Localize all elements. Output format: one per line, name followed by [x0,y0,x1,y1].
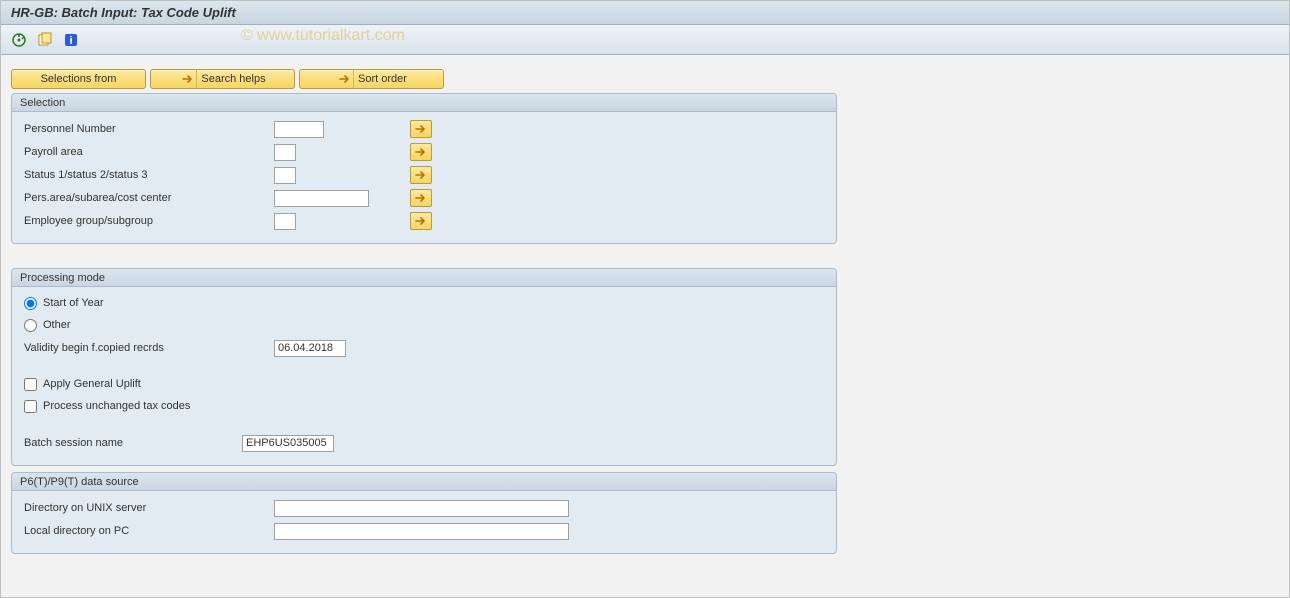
sort-order-label: Sort order [358,73,407,85]
multiple-selection-button[interactable] [410,212,432,230]
datasource-header: P6(T)/P9(T) data source [12,473,836,491]
local-dir-input[interactable] [274,523,569,540]
title-bar: HR-GB: Batch Input: Tax Code Uplift [1,1,1289,25]
apply-uplift-checkbox[interactable] [24,378,37,391]
process-unchanged-label: Process unchanged tax codes [43,400,190,412]
multiple-selection-button[interactable] [410,189,432,207]
payroll-area-row: Payroll area [22,141,826,163]
validity-date-input[interactable] [274,340,346,357]
apply-uplift-row: Apply General Uplift [22,374,826,394]
start-of-year-label: Start of Year [43,297,104,309]
gap [22,418,826,432]
employee-group-input[interactable] [274,213,296,230]
gap [1,250,1289,268]
payroll-area-input[interactable] [274,144,296,161]
datasource-body: Directory on UNIX server Local directory… [12,491,836,553]
unix-dir-row: Directory on UNIX server [22,497,826,519]
batch-session-label: Batch session name [22,437,242,449]
gap [22,360,826,374]
other-label: Other [43,319,71,331]
process-unchanged-row: Process unchanged tax codes [22,396,826,416]
local-dir-row: Local directory on PC [22,520,826,542]
info-icon[interactable]: i [61,30,81,50]
unix-dir-input[interactable] [274,500,569,517]
selection-header: Selection [12,94,836,112]
other-row: Other [22,315,826,335]
selections-from-button[interactable]: Selections from [11,69,146,89]
svg-text:i: i [69,35,72,47]
process-unchanged-checkbox[interactable] [24,400,37,413]
pers-area-input[interactable] [274,190,369,207]
search-helps-button[interactable]: Search helps [150,69,295,89]
variant-icon[interactable] [35,30,55,50]
status-row: Status 1/status 2/status 3 [22,164,826,186]
validity-row: Validity begin f.copied recrds [22,337,826,359]
arrow-right-icon [336,70,354,88]
personnel-number-input[interactable] [274,121,324,138]
spacer [1,55,1289,69]
start-of-year-radio[interactable] [24,297,37,310]
processing-groupbox: Processing mode Start of Year Other Vali… [11,268,837,466]
personnel-number-label: Personnel Number [22,123,274,135]
start-of-year-row: Start of Year [22,293,826,313]
apply-uplift-label: Apply General Uplift [43,378,141,390]
processing-body: Start of Year Other Validity begin f.cop… [12,287,836,465]
multiple-selection-button[interactable] [410,120,432,138]
batch-session-row: Batch session name [22,432,826,454]
search-helps-label: Search helps [201,73,265,85]
arrow-right-icon [179,70,197,88]
status-label: Status 1/status 2/status 3 [22,169,274,181]
validity-label: Validity begin f.copied recrds [22,342,274,354]
sort-order-button[interactable]: Sort order [299,69,444,89]
pers-area-row: Pers.area/subarea/cost center [22,187,826,209]
multiple-selection-button[interactable] [410,143,432,161]
datasource-groupbox: P6(T)/P9(T) data source Directory on UNI… [11,472,837,554]
page-title: HR-GB: Batch Input: Tax Code Uplift [11,5,236,20]
batch-session-input[interactable] [242,435,334,452]
unix-dir-label: Directory on UNIX server [22,502,274,514]
execute-icon[interactable] [9,30,29,50]
multiple-selection-button[interactable] [410,166,432,184]
selection-body: Personnel Number Payroll area Status 1/s… [12,112,836,243]
status-input[interactable] [274,167,296,184]
payroll-area-label: Payroll area [22,146,274,158]
employee-group-row: Employee group/subgroup [22,210,826,232]
personnel-number-row: Personnel Number [22,118,826,140]
processing-header: Processing mode [12,269,836,287]
standard-toolbar: i © www.tutorialkart.com [1,25,1289,55]
pers-area-label: Pers.area/subarea/cost center [22,192,274,204]
employee-group-label: Employee group/subgroup [22,215,274,227]
selection-groupbox: Selection Personnel Number Payroll area … [11,93,837,244]
local-dir-label: Local directory on PC [22,525,274,537]
selections-from-label: Selections from [41,73,117,85]
other-radio[interactable] [24,319,37,332]
watermark-text: © www.tutorialkart.com [241,27,405,45]
application-toolbar: Selections from Search helps Sort order [1,69,1289,89]
